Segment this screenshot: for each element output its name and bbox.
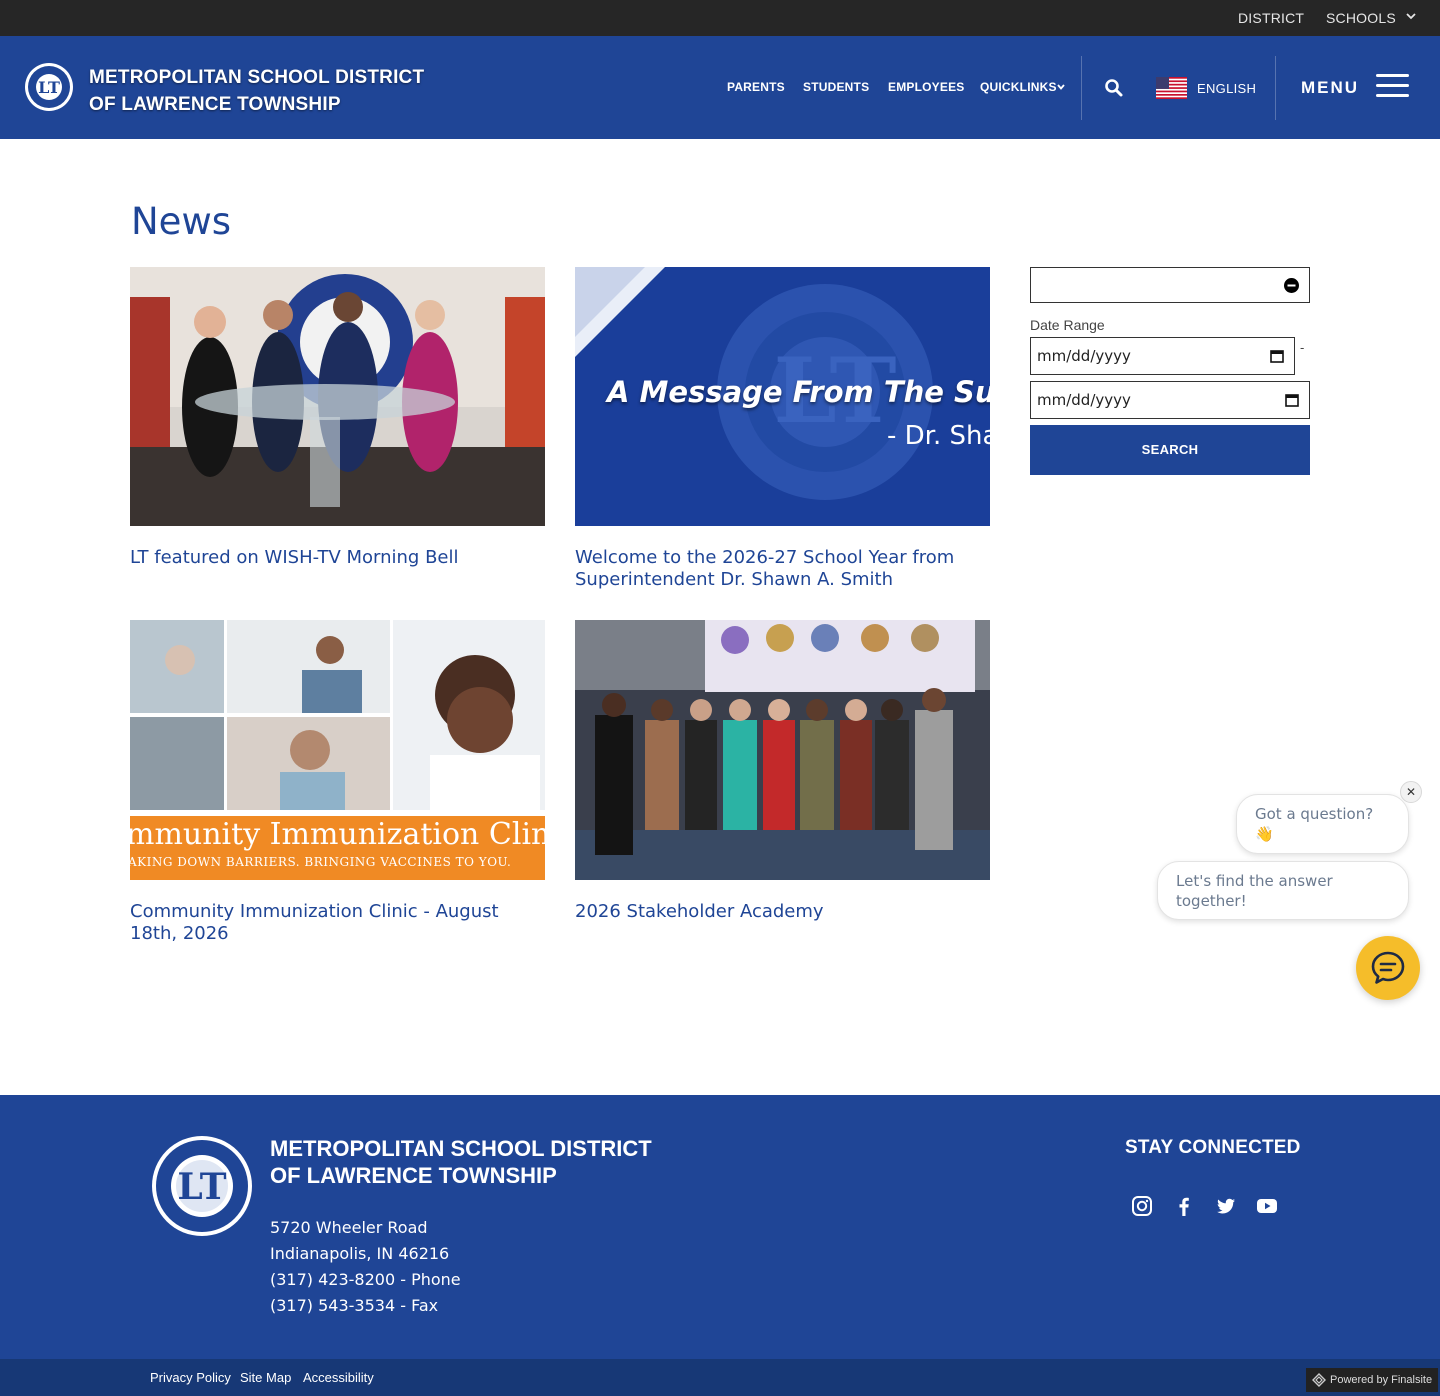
search-icon[interactable]: [1104, 78, 1124, 98]
graphic-subline: AKING DOWN BARRIERS. BRINGING VACCINES T…: [130, 855, 512, 869]
divider: [1275, 56, 1276, 120]
article-image-superintendent[interactable]: LT A Message From The Super - Dr. Sha: [575, 267, 990, 526]
address-line: Indianapolis, IN 46216: [270, 1244, 450, 1263]
privacy-policy-link[interactable]: Privacy Policy: [150, 1370, 231, 1385]
accessibility-link[interactable]: Accessibility: [303, 1370, 374, 1385]
us-flag-icon[interactable]: [1156, 77, 1187, 99]
powered-by-text: Powered by Finalsite: [1330, 1374, 1433, 1386]
phone-number[interactable]: (317) 423-8200 - Phone: [270, 1270, 461, 1289]
calendar-icon[interactable]: [1285, 393, 1299, 407]
svg-text:LT: LT: [38, 78, 60, 97]
calendar-icon[interactable]: [1270, 349, 1284, 363]
site-footer: LT METROPOLITAN SCHOOL DISTRICT OF LAWRE…: [0, 1095, 1440, 1359]
site-map-link[interactable]: Site Map: [240, 1370, 291, 1385]
nav-students[interactable]: STUDENTS: [803, 80, 869, 94]
graphic-headline: A Message From The Super: [607, 375, 990, 409]
category-filter[interactable]: [1030, 267, 1310, 303]
clear-icon[interactable]: [1284, 278, 1299, 293]
address-line: 5720 Wheeler Road: [270, 1218, 428, 1237]
svg-text:LT: LT: [177, 1166, 226, 1208]
chevron-down-icon[interactable]: [1404, 9, 1418, 23]
article-image-wish-tv[interactable]: [130, 267, 545, 526]
language-selector[interactable]: ENGLISH: [1197, 81, 1256, 96]
utility-bar: DISTRICT SCHOOLS: [0, 0, 1440, 36]
chat-launcher-button[interactable]: [1356, 936, 1420, 1000]
stay-connected-heading: STAY CONNECTED: [1125, 1137, 1301, 1158]
district-seal-icon[interactable]: LT: [151, 1135, 253, 1237]
start-date-input[interactable]: mm/dd/yyyy: [1030, 337, 1295, 375]
district-link[interactable]: DISTRICT: [1238, 10, 1304, 26]
chat-prompt-text: Got a question? 👋: [1255, 805, 1374, 843]
page-title: News: [131, 200, 231, 243]
start-date-placeholder: mm/dd/yyyy: [1037, 347, 1131, 365]
nav-quicklinks[interactable]: QUICKLINKS: [980, 80, 1057, 94]
nav-parents[interactable]: PARENTS: [727, 80, 785, 94]
chat-prompt-bubble[interactable]: Let's find the answer together!: [1157, 861, 1409, 920]
instagram-icon[interactable]: [1131, 1195, 1153, 1217]
article-title[interactable]: Welcome to the 2026-27 School Year from …: [575, 547, 990, 591]
article-title[interactable]: Community Immunization Clinic - August 1…: [130, 901, 545, 945]
end-date-placeholder: mm/dd/yyyy: [1037, 391, 1131, 409]
site-name-line2: OF LAWRENCE TOWNSHIP: [89, 94, 341, 115]
powered-by-badge[interactable]: Powered by Finalsite: [1306, 1368, 1438, 1392]
end-date-input[interactable]: mm/dd/yyyy: [1030, 381, 1310, 419]
chat-icon: [1371, 951, 1405, 984]
article-image-immunization[interactable]: mmunity Immunization Clin AKING DOWN BAR…: [130, 620, 545, 880]
article-title[interactable]: 2026 Stakeholder Academy: [575, 901, 990, 923]
date-separator: -: [1300, 340, 1305, 355]
site-name-line1: METROPOLITAN SCHOOL DISTRICT: [89, 67, 425, 88]
footer-name-line2: OF LAWRENCE TOWNSHIP: [270, 1163, 557, 1188]
graphic-headline: mmunity Immunization Clin: [130, 817, 545, 852]
group-photo: [575, 620, 990, 880]
footer-name-line1: METROPOLITAN SCHOOL DISTRICT: [270, 1136, 652, 1161]
article-image-stakeholder[interactable]: [575, 620, 990, 880]
divider: [1081, 56, 1082, 120]
menu-button[interactable]: MENU: [1301, 78, 1359, 98]
article-title[interactable]: LT featured on WISH-TV Morning Bell: [130, 547, 545, 569]
youtube-icon[interactable]: [1256, 1195, 1278, 1217]
chat-close-button[interactable]: ✕: [1400, 781, 1422, 803]
chat-prompt-text: Let's find the answer together!: [1176, 871, 1333, 910]
date-range-label: Date Range: [1030, 317, 1105, 333]
hamburger-icon[interactable]: [1376, 74, 1409, 98]
district-logo-icon[interactable]: LT: [24, 62, 74, 112]
nav-employees[interactable]: EMPLOYEES: [888, 80, 964, 94]
schools-dropdown[interactable]: SCHOOLS: [1326, 10, 1396, 26]
footer-bottom-bar: Privacy Policy Site Map Accessibility Po…: [0, 1359, 1440, 1396]
chat-prompt-bubble[interactable]: Got a question? 👋: [1236, 794, 1409, 854]
fax-number: (317) 543-3534 - Fax: [270, 1296, 439, 1315]
chevron-down-icon[interactable]: [1056, 82, 1066, 92]
site-name[interactable]: METROPOLITAN SCHOOL DISTRICT OF LAWRENCE…: [89, 64, 424, 118]
finalsite-logo-icon: [1312, 1373, 1326, 1387]
tv-studio-photo: [130, 267, 545, 526]
twitter-icon[interactable]: [1215, 1195, 1237, 1217]
site-header: LT METROPOLITAN SCHOOL DISTRICT OF LAWRE…: [0, 36, 1440, 139]
facebook-icon[interactable]: [1173, 1195, 1195, 1217]
search-button[interactable]: SEARCH: [1030, 425, 1310, 475]
footer-district-name: METROPOLITAN SCHOOL DISTRICT OF LAWRENCE…: [270, 1135, 652, 1189]
graphic-subline: - Dr. Sha: [887, 421, 990, 451]
